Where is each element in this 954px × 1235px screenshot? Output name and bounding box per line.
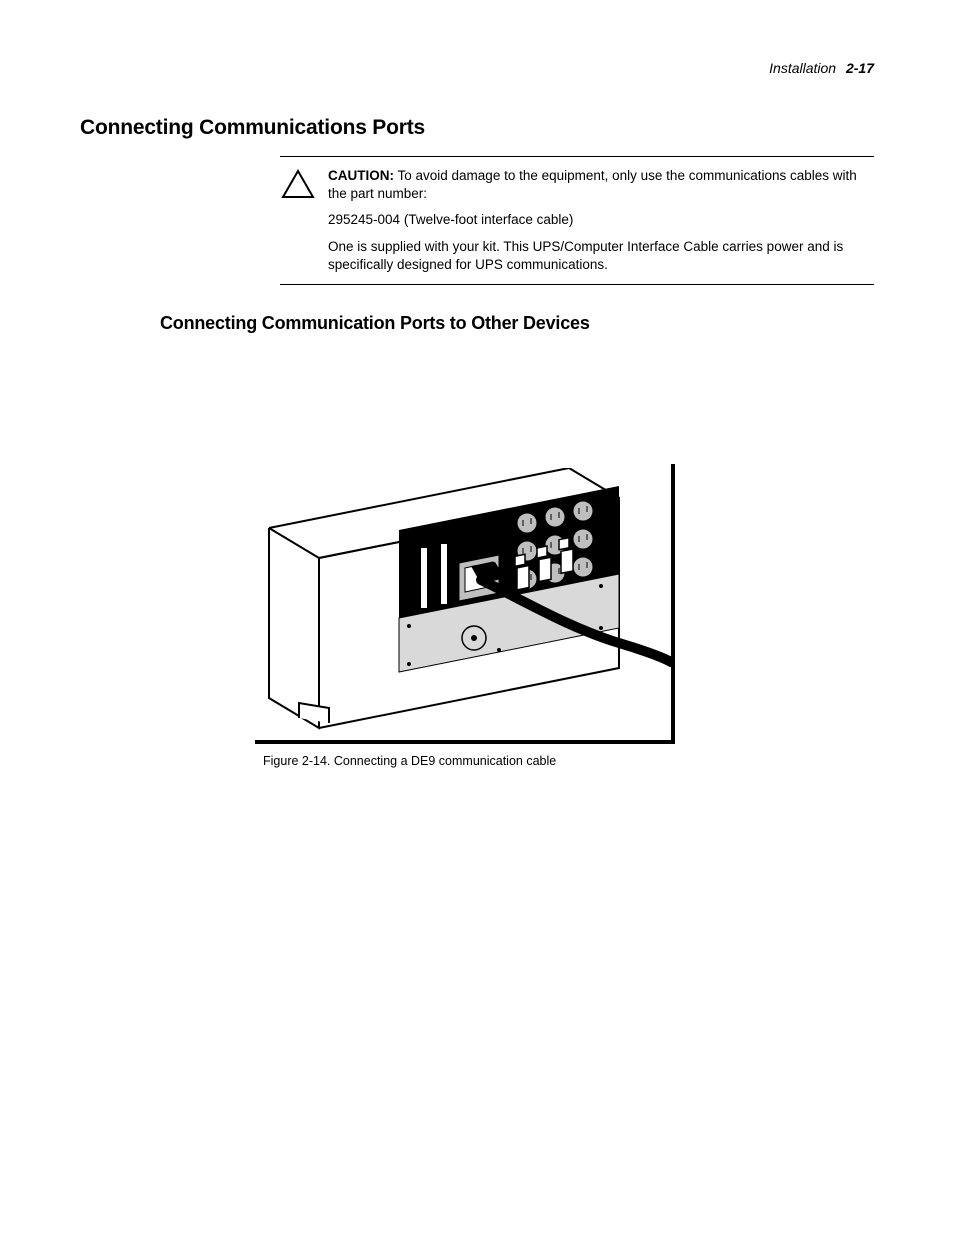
caution-label: CAUTION: [328,168,394,183]
caution-block: CAUTION: To avoid damage to the equipmen… [280,156,874,285]
heading-connecting-communications-ports: Connecting Communications Ports [80,116,874,140]
caution-paragraph-3: One is supplied with your kit. This UPS/… [328,238,874,274]
header-section: Installation [769,60,836,76]
caution-paragraph-2: 295245-004 (Twelve-foot interface cable) [328,211,874,229]
figure-2-14: Figure 2-14. Connecting a DE9 communicat… [255,464,675,768]
page-header: Installation 2-17 [80,60,874,76]
figure-image [255,464,675,744]
heading-connecting-to-other-devices: Connecting Communication Ports to Other … [160,313,874,334]
caution-paragraph-1: CAUTION: To avoid damage to the equipmen… [328,167,874,203]
figure-caption: Figure 2-14. Connecting a DE9 communicat… [263,754,675,768]
caution-text: CAUTION: To avoid damage to the equipmen… [328,167,874,274]
caution-p1-text: To avoid damage to the equipment, only u… [328,168,857,201]
header-page-number: 2-17 [846,60,874,76]
caution-triangle-icon [280,167,316,274]
